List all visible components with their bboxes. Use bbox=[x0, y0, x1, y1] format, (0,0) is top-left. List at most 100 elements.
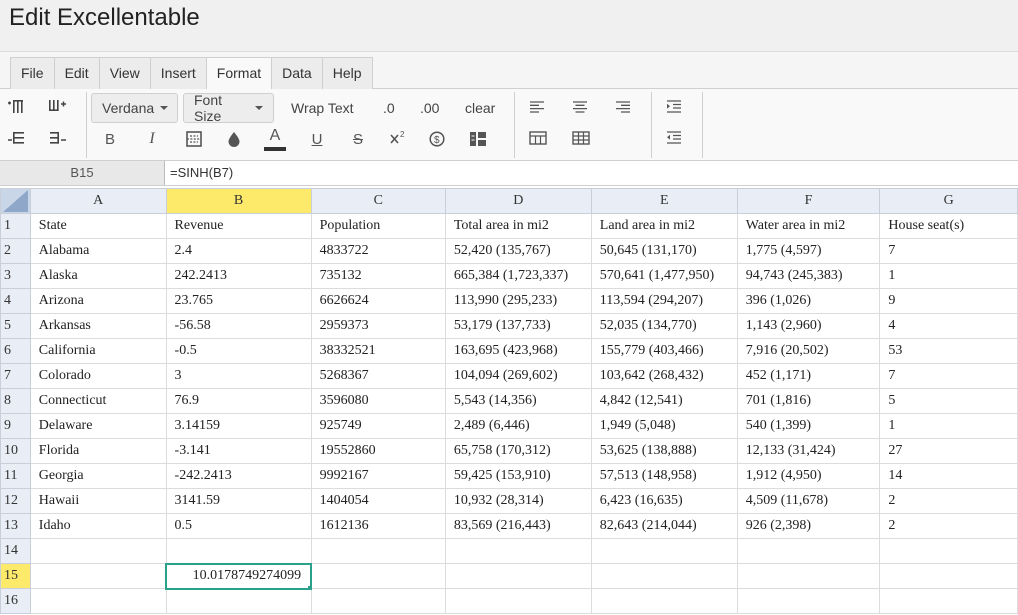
cell-e5[interactable]: 52,035 (134,770) bbox=[590, 313, 738, 339]
cell-f1[interactable]: Water area in mi2 bbox=[736, 213, 881, 239]
cell-a6[interactable]: California bbox=[29, 338, 167, 364]
cell-d12[interactable]: 10,932 (28,314) bbox=[444, 488, 592, 514]
cell-e1[interactable]: Land area in mi2 bbox=[590, 213, 738, 239]
cell-a15[interactable] bbox=[29, 563, 167, 589]
strikethrough-button[interactable]: S bbox=[348, 128, 368, 150]
column-header-b[interactable]: B bbox=[165, 188, 312, 214]
cell-b7[interactable]: 3 bbox=[165, 363, 312, 389]
cell-f13[interactable]: 926 (2,398) bbox=[736, 513, 881, 539]
delete-row-icon[interactable] bbox=[6, 128, 26, 148]
cell-f2[interactable]: 1,775 (4,597) bbox=[736, 238, 881, 264]
cell-d11[interactable]: 59,425 (153,910) bbox=[444, 463, 592, 489]
cell-f8[interactable]: 701 (1,816) bbox=[736, 388, 881, 414]
decrease-decimal-button[interactable]: .0 bbox=[383, 93, 395, 123]
column-header-c[interactable]: C bbox=[310, 188, 446, 214]
cell-b5[interactable]: -56.58 bbox=[165, 313, 312, 339]
cell-g10[interactable]: 27 bbox=[879, 438, 1018, 464]
menu-tab-data[interactable]: Data bbox=[271, 57, 322, 89]
cell-a4[interactable]: Arizona bbox=[29, 288, 167, 314]
cell-b3[interactable]: 242.2413 bbox=[165, 263, 312, 289]
cell-c3[interactable]: 735132 bbox=[310, 263, 446, 289]
cell-e12[interactable]: 6,423 (16,635) bbox=[590, 488, 738, 514]
row-header[interactable]: 4 bbox=[0, 288, 31, 314]
cell-b6[interactable]: -0.5 bbox=[165, 338, 312, 364]
cell-c1[interactable]: Population bbox=[310, 213, 446, 239]
cell-g11[interactable]: 14 bbox=[879, 463, 1018, 489]
cell-a5[interactable]: Arkansas bbox=[29, 313, 167, 339]
cell-d5[interactable]: 53,179 (137,733) bbox=[444, 313, 592, 339]
cell-c7[interactable]: 5268367 bbox=[310, 363, 446, 389]
row-header[interactable]: 8 bbox=[0, 388, 31, 414]
insert-row-above-icon[interactable] bbox=[6, 97, 26, 117]
row-header[interactable]: 15 bbox=[0, 563, 31, 589]
column-header-a[interactable]: A bbox=[29, 188, 167, 214]
cell-e7[interactable]: 103,642 (268,432) bbox=[590, 363, 738, 389]
bold-button[interactable]: B bbox=[100, 128, 120, 150]
column-header-d[interactable]: D bbox=[444, 188, 592, 214]
cell-e15[interactable] bbox=[590, 563, 738, 589]
cell-border-icon[interactable] bbox=[184, 128, 204, 150]
cell-f10[interactable]: 12,133 (31,424) bbox=[736, 438, 881, 464]
row-header[interactable]: 13 bbox=[0, 513, 31, 539]
cell-f11[interactable]: 1,912 (4,950) bbox=[736, 463, 881, 489]
cell-d7[interactable]: 104,094 (269,602) bbox=[444, 363, 592, 389]
menu-tab-file[interactable]: File bbox=[10, 57, 54, 89]
cell-d13[interactable]: 83,569 (216,443) bbox=[444, 513, 592, 539]
cell-g1[interactable]: House seat(s) bbox=[879, 213, 1018, 239]
superscript-icon[interactable]: 2 bbox=[388, 127, 408, 149]
menu-tab-view[interactable]: View bbox=[98, 57, 150, 89]
cell-b16[interactable] bbox=[165, 588, 312, 614]
cell-g9[interactable]: 1 bbox=[879, 413, 1018, 439]
cell-g5[interactable]: 4 bbox=[879, 313, 1018, 339]
cell-g12[interactable]: 2 bbox=[879, 488, 1018, 514]
cell-c8[interactable]: 3596080 bbox=[310, 388, 446, 414]
row-header[interactable]: 12 bbox=[0, 488, 31, 514]
cell-f16[interactable] bbox=[736, 588, 881, 614]
number-format-icon[interactable] bbox=[467, 128, 489, 150]
formula-input[interactable]: =SINH(B7) bbox=[170, 161, 1010, 185]
cell-g7[interactable]: 7 bbox=[879, 363, 1018, 389]
column-header-f[interactable]: F bbox=[736, 188, 881, 214]
menu-tab-insert[interactable]: Insert bbox=[149, 57, 206, 89]
indent-increase-icon[interactable] bbox=[664, 97, 684, 117]
cell-b14[interactable] bbox=[165, 538, 312, 564]
row-header[interactable]: 3 bbox=[0, 263, 31, 289]
row-header[interactable]: 6 bbox=[0, 338, 31, 364]
column-header-e[interactable]: E bbox=[590, 188, 738, 214]
cell-g6[interactable]: 53 bbox=[879, 338, 1018, 364]
cell-g16[interactable] bbox=[879, 588, 1018, 614]
align-center-icon[interactable] bbox=[570, 97, 590, 117]
cell-g8[interactable]: 5 bbox=[879, 388, 1018, 414]
cell-d9[interactable]: 2,489 (6,446) bbox=[444, 413, 592, 439]
cell-a14[interactable] bbox=[29, 538, 167, 564]
cell-c14[interactable] bbox=[310, 538, 446, 564]
fill-handle[interactable] bbox=[308, 585, 310, 587]
cell-e11[interactable]: 57,513 (148,958) bbox=[590, 463, 738, 489]
cell-e6[interactable]: 155,779 (403,466) bbox=[590, 338, 738, 364]
cell-d15[interactable] bbox=[444, 563, 592, 589]
cell-b2[interactable]: 2.4 bbox=[165, 238, 312, 264]
cell-b11[interactable]: -242.2413 bbox=[165, 463, 312, 489]
cell-b10[interactable]: -3.141 bbox=[165, 438, 312, 464]
select-all-corner[interactable] bbox=[0, 188, 31, 214]
cell-c16[interactable] bbox=[310, 588, 446, 614]
cell-f15[interactable] bbox=[736, 563, 881, 589]
cell-a12[interactable]: Hawaii bbox=[29, 488, 167, 514]
cell-d6[interactable]: 163,695 (423,968) bbox=[444, 338, 592, 364]
text-color-button[interactable]: A bbox=[264, 126, 286, 152]
font-family-dropdown[interactable]: Verdana bbox=[91, 93, 178, 123]
cell-g13[interactable]: 2 bbox=[879, 513, 1018, 539]
cell-d4[interactable]: 113,990 (295,233) bbox=[444, 288, 592, 314]
cell-c6[interactable]: 38332521 bbox=[310, 338, 446, 364]
cell-f6[interactable]: 7,916 (20,502) bbox=[736, 338, 881, 364]
cell-g14[interactable] bbox=[879, 538, 1018, 564]
cell-f12[interactable]: 4,509 (11,678) bbox=[736, 488, 881, 514]
cell-f3[interactable]: 94,743 (245,383) bbox=[736, 263, 881, 289]
cell-d14[interactable] bbox=[444, 538, 592, 564]
cell-c5[interactable]: 2959373 bbox=[310, 313, 446, 339]
cell-c10[interactable]: 19552860 bbox=[310, 438, 446, 464]
cell-g3[interactable]: 1 bbox=[879, 263, 1018, 289]
cell-b12[interactable]: 3141.59 bbox=[165, 488, 312, 514]
clear-button[interactable]: clear bbox=[465, 93, 495, 123]
cell-a11[interactable]: Georgia bbox=[29, 463, 167, 489]
